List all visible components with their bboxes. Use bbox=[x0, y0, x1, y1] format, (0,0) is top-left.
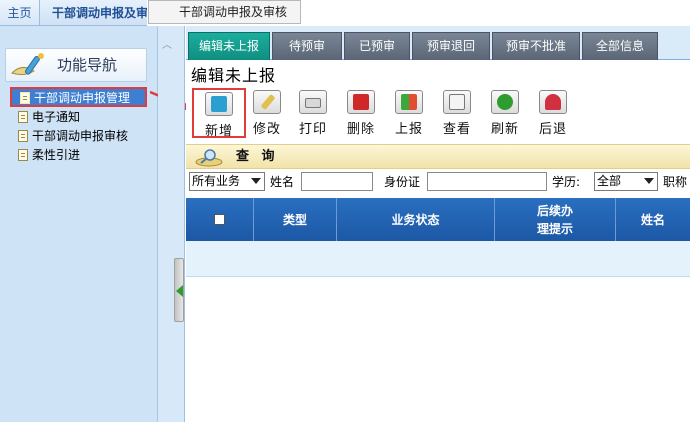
chevron-down-icon bbox=[644, 178, 654, 184]
refresh-button-label: 刷新 bbox=[490, 122, 519, 137]
delete-button-label: 删除 bbox=[346, 122, 375, 137]
delete-button[interactable]: 删除 bbox=[338, 88, 384, 138]
document-icon bbox=[18, 130, 28, 142]
toolbar: 新增 修改 打印 删除 上报 查看 刷新 后退 bbox=[186, 84, 690, 142]
collapse-sidebar-handle[interactable] bbox=[174, 258, 184, 322]
tab-review-rejected[interactable]: 预审不批准 bbox=[492, 32, 580, 60]
sidebar-item-label: 电子通知 bbox=[32, 110, 81, 124]
id-card-label: 身份证 bbox=[384, 175, 421, 189]
column-header-status[interactable]: 业务状态 bbox=[337, 198, 495, 241]
sidebar-item-transfer-review[interactable]: 干部调动申报审核 bbox=[18, 127, 128, 147]
tab-all-info[interactable]: 全部信息 bbox=[582, 32, 658, 60]
tab-home[interactable]: 主页 bbox=[0, 0, 40, 26]
sidebar-item-label: 干部调动申报管理 bbox=[34, 91, 131, 105]
query-label: 查 询 bbox=[236, 149, 279, 164]
grid-header: 类型 业务状态 后续办 理提示 姓名 bbox=[186, 198, 690, 241]
add-button-label: 新增 bbox=[204, 124, 233, 139]
column-header-next-step[interactable]: 后续办 理提示 bbox=[495, 198, 616, 241]
select-all-cell bbox=[186, 198, 254, 241]
nav-header: 功能导航 bbox=[5, 48, 147, 82]
education-value: 全部 bbox=[597, 174, 622, 188]
query-bar: 查 询 bbox=[186, 144, 690, 169]
sidebar-item-flexible-introduction[interactable]: 柔性引进 bbox=[18, 146, 80, 166]
view-document-icon bbox=[443, 90, 471, 114]
submit-report-icon bbox=[395, 90, 423, 114]
nav-header-label: 功能导航 bbox=[57, 56, 118, 74]
view-button[interactable]: 查看 bbox=[434, 88, 480, 138]
id-card-input[interactable] bbox=[427, 172, 547, 191]
business-type-value: 所有业务 bbox=[192, 174, 241, 188]
delete-x-icon bbox=[347, 90, 375, 114]
sidebar: 功能导航 干部调动申报管理 电子通知 干部调动申报审核 柔性引进 bbox=[0, 26, 158, 422]
main-panel: 编辑未上报 待预审 已预审 预审退回 预审不批准 全部信息 编辑未上报 新增 修… bbox=[186, 26, 690, 422]
sidebar-item-electronic-notice[interactable]: 电子通知 bbox=[18, 108, 80, 128]
refresh-button[interactable]: 刷新 bbox=[482, 88, 528, 138]
document-icon bbox=[20, 92, 30, 104]
title-label: 职称 bbox=[663, 175, 688, 189]
column-header-name[interactable]: 姓名 bbox=[616, 198, 690, 241]
refresh-icon bbox=[491, 90, 519, 114]
pen-icon bbox=[11, 53, 44, 76]
business-type-select[interactable]: 所有业务 bbox=[189, 172, 265, 191]
sidebar-collapse-strip: ︿ bbox=[158, 26, 185, 422]
status-tabs: 编辑未上报 待预审 已预审 预审退回 预审不批准 全部信息 bbox=[186, 26, 690, 60]
back-button[interactable]: 后退 bbox=[530, 88, 576, 138]
top-tab-strip: 主页 干部调动申报及审 干部调动申报及审核 bbox=[0, 0, 690, 26]
search-magnifier-icon bbox=[195, 149, 223, 167]
chevron-up-icon[interactable]: ︿ bbox=[162, 36, 172, 51]
page-title: 编辑未上报 bbox=[191, 66, 277, 85]
edit-button-label: 修改 bbox=[252, 122, 281, 137]
edit-pencil-icon bbox=[253, 90, 281, 114]
tab-pending-review[interactable]: 待预审 bbox=[272, 32, 342, 60]
print-button[interactable]: 打印 bbox=[290, 88, 336, 138]
sidebar-item-label: 柔性引进 bbox=[32, 148, 81, 162]
tab-reviewed[interactable]: 已预审 bbox=[344, 32, 410, 60]
filter-row: 所有业务 姓名 身份证 学历: 全部 职称 bbox=[186, 170, 690, 194]
table-row bbox=[186, 241, 690, 277]
sidebar-item-transfer-management[interactable]: 干部调动申报管理 bbox=[10, 87, 147, 107]
education-select[interactable]: 全部 bbox=[594, 172, 658, 191]
print-button-label: 打印 bbox=[298, 122, 327, 137]
tab-review-returned[interactable]: 预审退回 bbox=[412, 32, 490, 60]
triangle-left-icon bbox=[176, 285, 183, 297]
add-document-icon bbox=[205, 92, 233, 116]
name-label: 姓名 bbox=[270, 175, 295, 189]
column-header-next-step-line1: 后续办 bbox=[536, 203, 573, 218]
tab-cadre-transfer[interactable]: 干部调动申报及审 bbox=[40, 0, 147, 26]
select-all-checkbox[interactable] bbox=[214, 214, 225, 225]
submit-button[interactable]: 上报 bbox=[386, 88, 432, 138]
submit-button-label: 上报 bbox=[394, 122, 423, 137]
chevron-down-icon bbox=[251, 178, 261, 184]
edit-button[interactable]: 修改 bbox=[244, 88, 290, 138]
document-icon bbox=[18, 111, 28, 123]
view-button-label: 查看 bbox=[442, 122, 471, 137]
column-header-next-step-line2: 理提示 bbox=[536, 221, 573, 236]
undo-arrow-icon bbox=[539, 90, 567, 114]
name-input[interactable] bbox=[301, 172, 373, 191]
column-header-type[interactable]: 类型 bbox=[254, 198, 337, 241]
back-button-label: 后退 bbox=[538, 122, 567, 137]
tab-unsubmitted[interactable]: 编辑未上报 bbox=[188, 32, 270, 60]
tab-tooltip: 干部调动申报及审核 bbox=[148, 0, 301, 24]
add-button[interactable]: 新增 bbox=[192, 88, 246, 139]
sidebar-item-label: 干部调动申报审核 bbox=[32, 129, 129, 143]
document-icon bbox=[18, 149, 28, 161]
education-label: 学历: bbox=[552, 175, 581, 189]
printer-icon bbox=[299, 90, 327, 114]
